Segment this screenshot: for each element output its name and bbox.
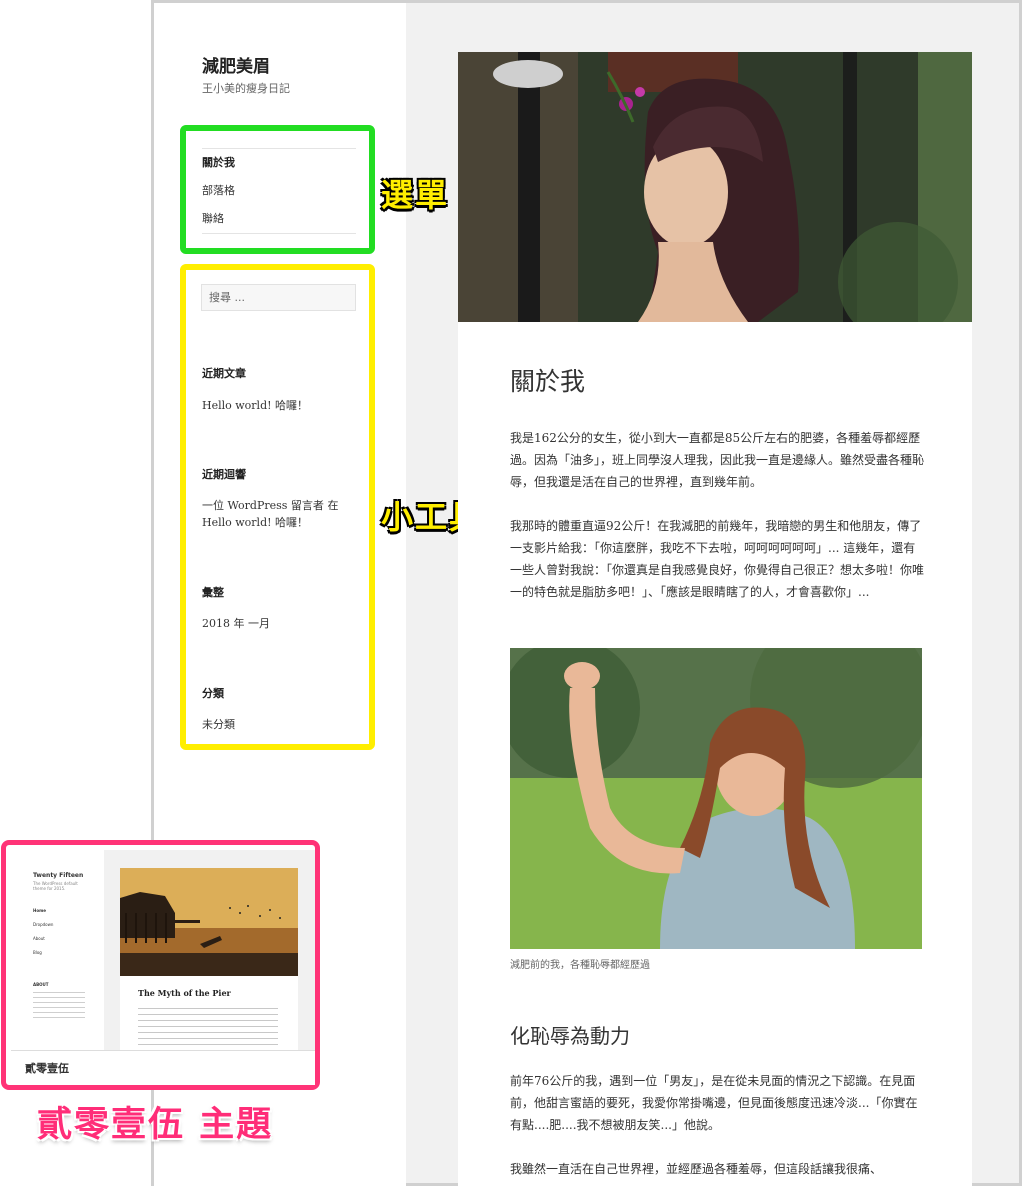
- theme-preview-post-card: The Myth of the Pier: [120, 868, 298, 1050]
- section-heading: 化恥辱為動力: [510, 1024, 630, 1048]
- theme-preview-menu-home: Home: [33, 908, 46, 913]
- theme-preview-site-title: Twenty Fifteen: [33, 872, 84, 879]
- theme-preview-sidebar: Twenty Fifteen The WordPress default the…: [11, 850, 104, 1050]
- theme-preview-post-text: [138, 1008, 278, 1050]
- article-paragraph: 前年76公斤的我，遇到一位「男友」，是在從未見面的情況之下認識。在見面前，他甜言…: [510, 1074, 918, 1132]
- theme-preview-main: The Myth of the Pier: [104, 850, 315, 1050]
- menu-annotation-label: 選單: [381, 176, 450, 214]
- theme-preview-widget-title: ABOUT: [33, 982, 49, 987]
- menu-highlight-box: [180, 125, 375, 254]
- theme-preview-menu-blog: Blog: [33, 950, 42, 955]
- theme-preview-menu-about: About: [33, 936, 45, 941]
- widgets-highlight-box: [180, 264, 375, 750]
- featured-image: [458, 52, 972, 322]
- image-caption: 減肥前的我，各種恥辱都經歷過: [510, 960, 650, 971]
- theme-preview-site-desc: The WordPress default theme for 2015.: [33, 881, 78, 891]
- article-paragraph: 我那時的體重直逼92公斤！在我減肥的前幾年，我暗戀的男生和他朋友，傳了一支影片給…: [510, 519, 925, 599]
- article-paragraph: 我雖然一直活在自己世界裡，並經歷過各種羞辱，但這段話讓我很痛、: [510, 1162, 883, 1176]
- site-description: 王小美的瘦身日記: [202, 82, 290, 95]
- site-title[interactable]: 減肥美眉: [202, 52, 270, 77]
- theme-preview-widget-text: [33, 992, 85, 1022]
- theme-name-label: 貳零壹伍: [11, 1050, 315, 1085]
- content-card: 關於我 我是162公分的女生，從小到大一直都是85公斤左右的肥婆，各種羞辱都經歷…: [458, 52, 972, 1192]
- article-paragraph: 我是162公分的女生，從小到大一直都是85公斤左右的肥婆，各種羞辱都經歷過。因為…: [510, 431, 925, 489]
- theme-preview-pier-image: [120, 868, 298, 976]
- theme-preview-menu-dropdown: Dropdown: [33, 922, 54, 927]
- page-title: 關於我: [510, 367, 586, 396]
- before-photo: [510, 648, 922, 949]
- theme-preview-post-title: The Myth of the Pier: [138, 988, 231, 998]
- theme-annotation-label: 貳零壹伍 主題: [37, 1105, 274, 1145]
- theme-preview-card[interactable]: Twenty Fifteen The WordPress default the…: [1, 840, 320, 1090]
